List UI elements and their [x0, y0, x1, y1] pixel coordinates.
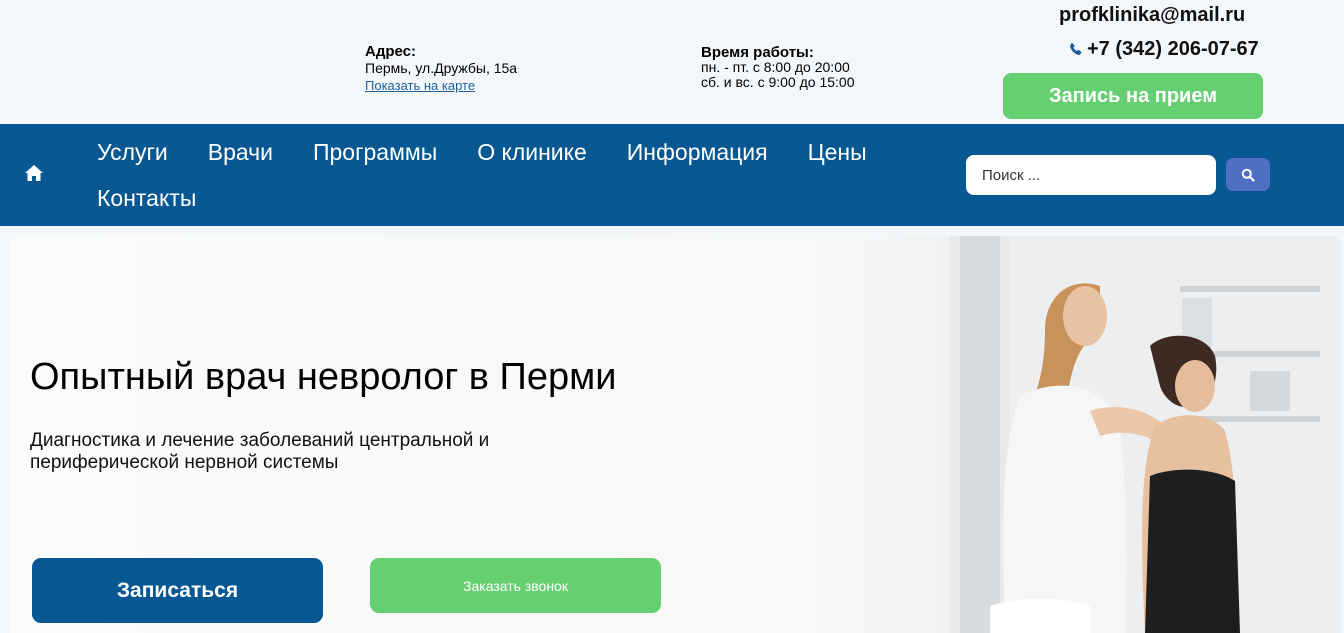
main-navbar: Услуги Врачи Программы О клинике Информа…	[0, 124, 1344, 226]
working-hours-block: Время работы: пн. - пт. с 8:00 до 20:00 …	[701, 45, 854, 90]
nav-item-information[interactable]: Информация	[627, 138, 768, 166]
hero-subtitle: Диагностика и лечение заболеваний центра…	[30, 430, 490, 473]
hero-title: Опытный врач невролог в Перми	[30, 356, 617, 398]
show-on-map-link[interactable]: Показать на карте	[365, 78, 475, 93]
search-input[interactable]	[966, 155, 1216, 195]
address-block: Адрес: Пермь, ул.Дружбы, 15а Показать на…	[365, 43, 517, 94]
header: Адрес: Пермь, ул.Дружбы, 15а Показать на…	[0, 0, 1344, 124]
nav-item-contacts[interactable]: Контакты	[97, 184, 196, 212]
nav-item-prices[interactable]: Цены	[808, 138, 867, 166]
hours-weekdays: пн. - пт. с 8:00 до 20:00	[701, 59, 850, 75]
email-link[interactable]: profklinika@mail.ru	[1059, 4, 1245, 27]
hero-photo	[950, 236, 1341, 633]
hours-label: Время работы:	[701, 44, 814, 61]
nav-menu: Услуги Врачи Программы О клинике Информа…	[97, 138, 937, 212]
address-label: Адрес:	[365, 43, 416, 60]
hours-weekend: сб. и вс. с 9:00 до 15:00	[701, 74, 855, 90]
phone-icon	[1070, 42, 1082, 55]
phone-link[interactable]: +7 (342) 206-07-67	[1068, 38, 1259, 61]
search-button[interactable]	[1226, 158, 1270, 191]
phone-number: +7 (342) 206-07-67	[1087, 38, 1259, 60]
appointment-button[interactable]: Запись на прием	[1003, 73, 1263, 119]
callback-button[interactable]: Заказать звонок	[370, 558, 661, 613]
home-icon[interactable]	[24, 164, 44, 182]
nav-item-programs[interactable]: Программы	[313, 138, 437, 166]
nav-item-about[interactable]: О клинике	[477, 138, 587, 166]
signup-button[interactable]: Записаться	[32, 558, 323, 623]
nav-item-doctors[interactable]: Врачи	[208, 138, 273, 166]
search-icon	[1241, 168, 1255, 182]
address-value: Пермь, ул.Дружбы, 15а	[365, 60, 518, 76]
nav-item-services[interactable]: Услуги	[97, 138, 168, 166]
